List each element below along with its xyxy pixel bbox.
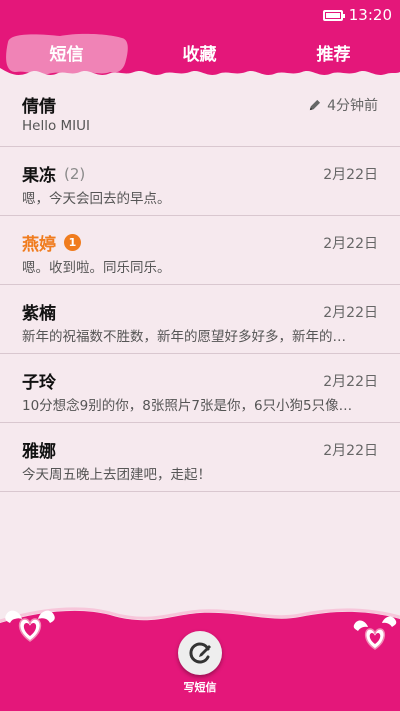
message-preview: 新年的祝福数不胜数，新年的愿望好多好多，新年的… [22,329,346,345]
message-preview: Hello MIUI [22,118,91,134]
conversation-row[interactable]: 雅娜 2月22日 今天周五晚上去团建吧，走起！ [0,423,400,492]
unread-badge: 1 [64,234,81,251]
conversation-row[interactable]: 倩倩 4分钟前 Hello MIUI [0,78,400,147]
contact-name: 子玲 [22,373,56,393]
message-count: (2) [64,164,86,183]
contact-name: 果冻 (2) [22,164,86,187]
message-time: 2月22日 [323,236,378,252]
contact-name: 燕婷 1 [22,230,81,255]
conversation-row[interactable]: 紫楠 2月22日 新年的祝福数不胜数，新年的愿望好多好多，新年的… [0,285,400,354]
conversation-row[interactable]: 果冻 (2) 2月22日 嗯，今天会回去的早点。 [0,147,400,216]
battery-icon [322,9,345,21]
winged-heart-left-icon [5,610,55,642]
message-time: 4分钟前 [308,95,378,115]
contact-name: 紫楠 [22,304,56,324]
tab-bar: 短信 收藏 推荐 [0,30,400,78]
message-time: 2月22日 [323,374,378,390]
message-time: 2月22日 [323,305,378,321]
compose-icon [189,642,211,664]
message-time: 2月22日 [323,167,378,183]
contact-name: 雅娜 [22,442,56,462]
conversation-list: 倩倩 4分钟前 Hello MIUI 果冻 (2) 2月22日 嗯，今天会回去的… [0,78,400,492]
message-preview: 嗯。收到啦。同乐同乐。 [22,260,171,276]
conversation-row[interactable]: 子玲 2月22日 10分想念9别的你，8张照片7张是你，6只小狗5只像… [0,354,400,423]
contact-name: 倩倩 [22,97,56,117]
status-bar: 13:20 [0,0,400,30]
compose-label[interactable]: 写短信 [0,679,400,695]
draft-pencil-icon [309,99,321,110]
status-time: 13:20 [348,6,392,24]
message-preview: 嗯，今天会回去的早点。 [22,191,171,207]
message-time: 2月22日 [323,443,378,459]
winged-heart-right-icon [353,616,397,650]
tab-recommended[interactable]: 推荐 [267,30,400,74]
message-preview: 今天周五晚上去团建吧，走起！ [22,467,211,483]
bottom-bar: 写短信 [0,601,400,711]
tab-favorites[interactable]: 收藏 [133,30,266,74]
message-preview: 10分想念9别的你，8张照片7张是你，6只小狗5只像… [22,398,353,414]
conversation-row[interactable]: 燕婷 1 2月22日 嗯。收到啦。同乐同乐。 [0,216,400,285]
tab-sms[interactable]: 短信 [0,30,133,74]
compose-button[interactable] [178,631,222,675]
